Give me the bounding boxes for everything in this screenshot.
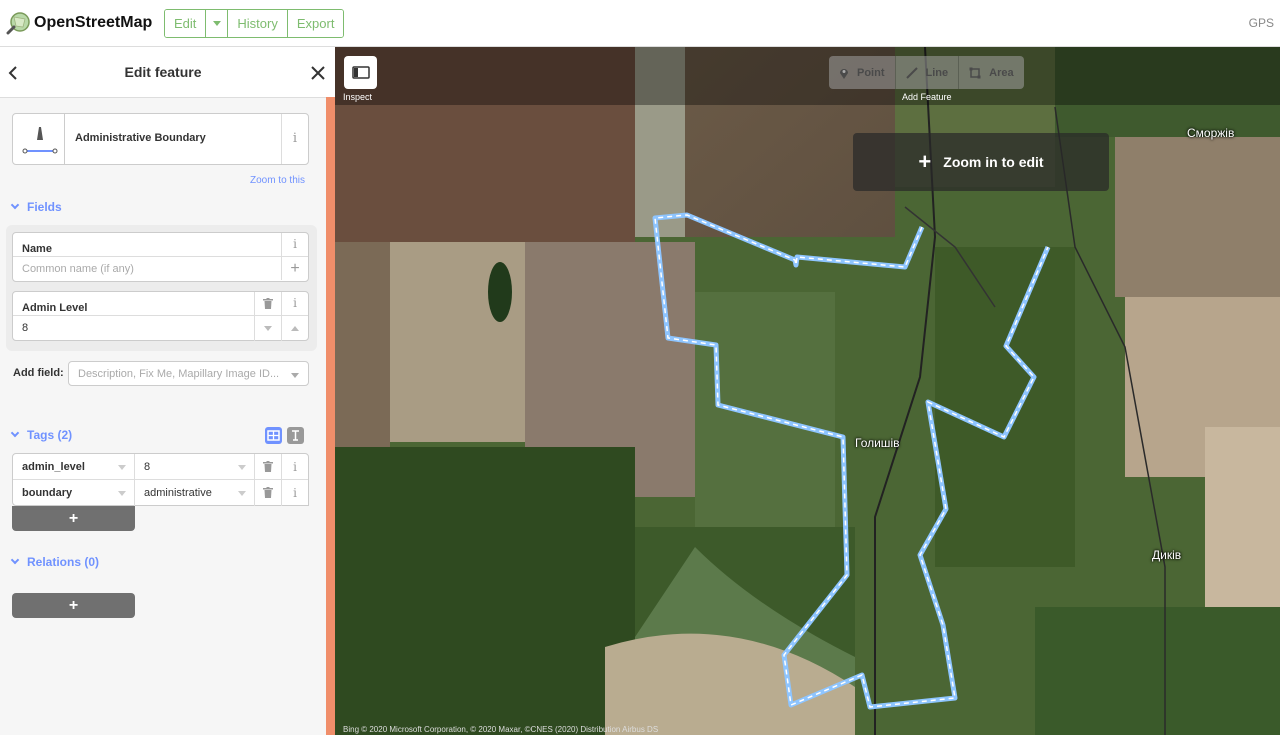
zoom-to-link[interactable]: Zoom to this	[250, 175, 305, 186]
brand-title[interactable]: OpenStreetMap	[34, 14, 152, 32]
history-button[interactable]: History	[227, 10, 287, 37]
top-bar: OpenStreetMap Edit History Export GPS	[0, 0, 1280, 47]
boundary-outline[interactable]	[335, 47, 1280, 735]
caret-down-icon	[118, 465, 126, 470]
name-input[interactable]: Common name (if any)	[22, 263, 134, 275]
caret-down-icon	[291, 373, 299, 378]
place-label: Диків	[1152, 548, 1182, 562]
add-tag-button[interactable]: +	[12, 506, 135, 531]
preset-name: Administrative Boundary	[75, 132, 206, 144]
name-field: Name i Common name (if any) +	[12, 232, 309, 282]
tag-table: admin_level 8 i boundary administrative …	[12, 453, 309, 506]
zoom-in-to-edit-button[interactable]: + Zoom in to edit	[853, 133, 1109, 191]
delete-icon[interactable]	[254, 292, 281, 315]
decrement-button[interactable]	[254, 316, 281, 341]
inspect-label: Inspect	[343, 92, 373, 102]
chevron-down-icon	[10, 200, 20, 210]
add-point-button[interactable]: Point	[829, 56, 895, 89]
caret-down-icon	[238, 491, 246, 496]
tag-info-icon[interactable]: i	[281, 454, 308, 480]
caret-down-icon	[264, 326, 272, 331]
add-feature-label: Add Feature	[902, 92, 952, 102]
preset-selector[interactable]: Administrative Boundary i	[12, 113, 309, 165]
tag-value[interactable]: 8	[144, 461, 150, 473]
fields-section-toggle[interactable]: Fields	[10, 200, 62, 214]
close-icon[interactable]	[311, 66, 325, 80]
add-relation-button[interactable]: +	[12, 593, 135, 618]
chevron-down-icon	[10, 428, 20, 438]
sidebar-toggle-icon	[352, 66, 370, 79]
sidebar-title: Edit feature	[124, 64, 202, 80]
admin-level-field: Admin Level i 8	[12, 291, 309, 341]
preset-icon	[13, 114, 65, 164]
edit-button[interactable]: Edit	[165, 10, 206, 37]
tags-heading: Tags (2)	[27, 428, 73, 442]
point-label: Point	[857, 66, 885, 79]
sidebar: Edit feature Administrative Boundary i Z…	[0, 47, 326, 735]
add-field-placeholder: Description, Fix Me, Mapillary Image ID.…	[78, 368, 280, 380]
nav-buttons: Edit History Export	[164, 9, 345, 38]
text-view-icon[interactable]	[287, 427, 304, 444]
caret-down-icon	[238, 465, 246, 470]
tag-row: boundary administrative i	[13, 480, 308, 506]
inspect-button[interactable]	[344, 56, 377, 89]
map-toolbar	[335, 47, 1280, 105]
caret-up-icon	[291, 326, 299, 331]
caret-down-icon	[212, 21, 221, 26]
delete-tag-icon[interactable]	[254, 480, 281, 506]
imagery-attribution[interactable]: Bing © 2020 Microsoft Corporation, © 202…	[343, 725, 658, 734]
add-feature-modes: Point Line Area	[829, 56, 1024, 89]
gps-link[interactable]: GPS	[1249, 16, 1274, 30]
add-line-button[interactable]: Line	[894, 56, 959, 89]
fields-heading: Fields	[27, 200, 62, 214]
place-label: Сморжів	[1187, 126, 1235, 140]
zoom-in-to-edit-label: Zoom in to edit	[943, 154, 1044, 170]
line-icon	[905, 66, 918, 79]
osm-logo-icon	[6, 12, 30, 35]
list-view-icon[interactable]	[265, 427, 282, 444]
edit-dropdown-button[interactable]	[205, 10, 228, 37]
chevron-down-icon	[10, 555, 20, 565]
point-icon	[840, 68, 848, 79]
add-field-input[interactable]: Description, Fix Me, Mapillary Image ID.…	[68, 361, 309, 386]
tag-key[interactable]: boundary	[22, 487, 72, 499]
admin-level-input[interactable]: 8	[22, 322, 28, 334]
line-label: Line	[925, 66, 949, 79]
caret-down-icon	[118, 491, 126, 496]
add-field-label: Add field:	[13, 367, 64, 379]
add-area-button[interactable]: Area	[958, 56, 1024, 89]
map-view[interactable]: Сморжів Голишів Диків Inspect Point Line…	[335, 47, 1280, 735]
tag-row: admin_level 8 i	[13, 454, 308, 480]
name-field-label: Name	[22, 243, 52, 255]
tag-view-toggle	[265, 427, 305, 445]
relations-heading: Relations (0)	[27, 555, 100, 569]
name-info-icon[interactable]: i	[281, 233, 308, 256]
admin-level-info-icon[interactable]: i	[281, 292, 308, 315]
preset-info-icon[interactable]: i	[281, 114, 308, 164]
area-icon	[969, 67, 981, 78]
export-button[interactable]: Export	[286, 10, 344, 37]
place-label: Голишів	[855, 436, 900, 450]
sidebar-resizer[interactable]	[326, 97, 335, 735]
tag-value[interactable]: administrative	[144, 487, 212, 499]
plus-icon: +	[918, 149, 932, 174]
tags-section-toggle[interactable]: Tags (2)	[10, 428, 73, 442]
increment-button[interactable]	[281, 316, 308, 341]
add-localized-name-icon[interactable]: +	[281, 257, 308, 280]
admin-level-label: Admin Level	[22, 302, 88, 314]
relations-section-toggle[interactable]: Relations (0)	[10, 555, 100, 569]
delete-tag-icon[interactable]	[254, 454, 281, 480]
fields-container: Name i Common name (if any) + Admin Leve…	[6, 225, 317, 351]
area-label: Area	[989, 66, 1014, 79]
tag-info-icon[interactable]: i	[281, 480, 308, 506]
tag-key[interactable]: admin_level	[22, 461, 85, 473]
sidebar-header: Edit feature	[0, 47, 326, 98]
